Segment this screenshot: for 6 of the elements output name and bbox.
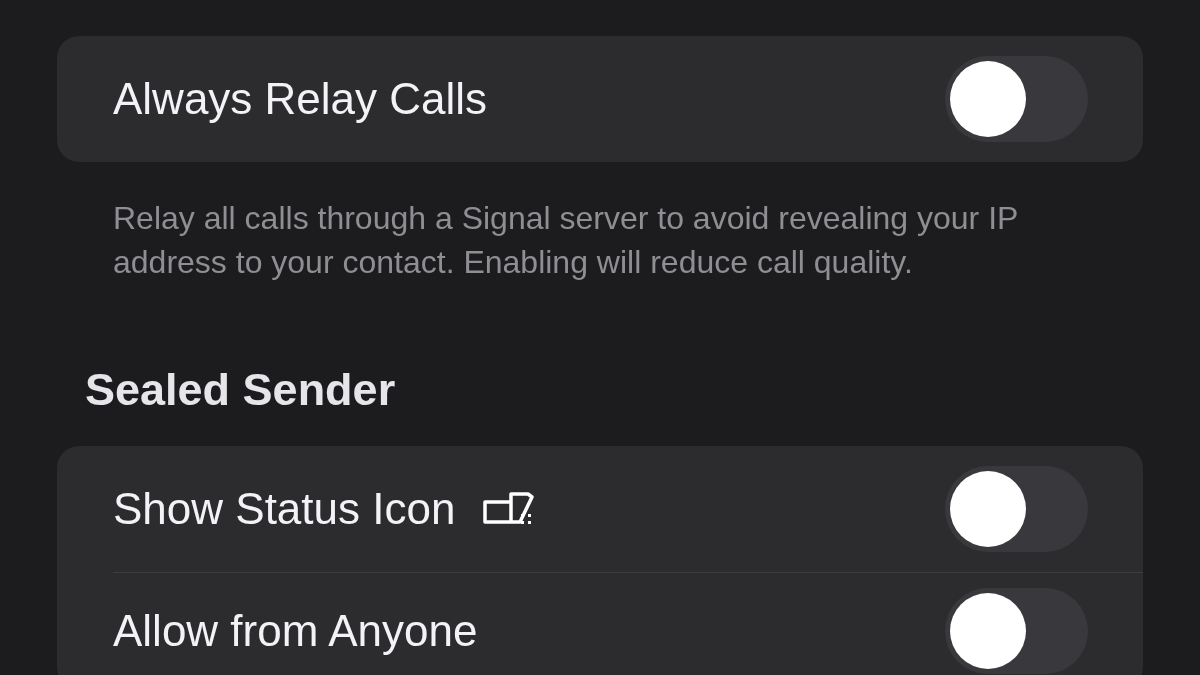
- setting-label: Allow from Anyone: [113, 605, 478, 657]
- footer-description: Relay all calls through a Signal server to avoid revealing your IP address to your contact. Enabling will reduce call quality.: [113, 199, 1019, 282]
- status-icon: [483, 492, 536, 526]
- setting-label: Show Status Icon: [113, 483, 456, 535]
- setting-label: Always Relay Calls: [113, 73, 488, 125]
- section-header: Sealed Sender: [85, 364, 397, 416]
